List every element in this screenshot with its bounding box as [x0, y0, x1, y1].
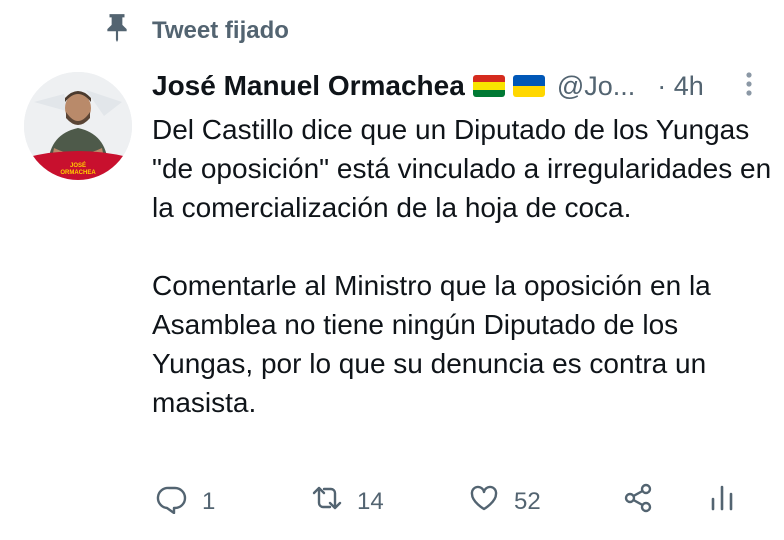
like-count: 52 — [514, 487, 541, 515]
avatar-text-1: JOSÉ — [70, 161, 86, 169]
avatar-text-2: ORMACHEA — [60, 170, 96, 176]
pinned-label: Tweet fijado — [152, 16, 289, 44]
bolivia-flag-icon — [472, 75, 505, 97]
tweet-body: Del Castillo dice que un Diputado de los… — [152, 110, 772, 422]
tweet-paragraph-2: Comentarle al Ministro que la oposición … — [152, 270, 711, 418]
tweet-time[interactable]: · 4h — [657, 71, 704, 102]
author-handle[interactable]: @Jo... — [557, 71, 635, 102]
share-icon — [622, 482, 654, 521]
avatar[interactable]: JOSÉ ORMACHEA — [24, 72, 132, 180]
author-name[interactable]: José Manuel Ormachea — [152, 70, 465, 102]
reply-icon — [156, 482, 188, 521]
more-options-icon[interactable] — [744, 70, 754, 102]
analytics-button[interactable] — [706, 482, 738, 521]
share-button[interactable] — [622, 482, 654, 521]
pin-icon — [104, 12, 130, 49]
analytics-icon — [706, 482, 738, 521]
retweet-button[interactable]: 14 — [311, 482, 384, 521]
ukraine-flag-icon — [512, 75, 545, 97]
retweet-icon — [311, 482, 343, 521]
tweet-header: José Manuel Ormachea @Jo... · 4h — [152, 66, 762, 106]
tweet-paragraph-1: Del Castillo dice que un Diputado de los… — [152, 114, 772, 223]
tweet-actions: 1 14 52 — [156, 482, 736, 522]
pinned-tweet-header: Tweet fijado — [104, 12, 289, 49]
retweet-count: 14 — [357, 487, 384, 515]
reply-button[interactable]: 1 — [156, 482, 215, 521]
reply-count: 1 — [202, 487, 216, 515]
heart-icon — [468, 482, 500, 521]
like-button[interactable]: 52 — [468, 482, 541, 521]
